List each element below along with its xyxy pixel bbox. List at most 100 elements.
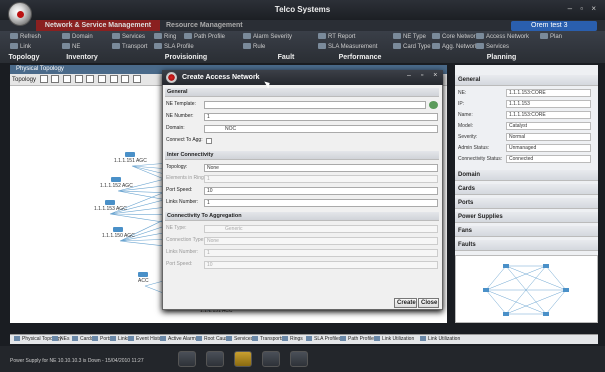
ribbon-button[interactable]: Refresh — [10, 33, 41, 42]
ribbon-button[interactable]: Domain — [62, 33, 93, 42]
ribbon-button[interactable]: Core Network — [432, 33, 479, 42]
bottom-tab[interactable]: SLA Profiles — [306, 335, 341, 344]
property-value[interactable]: Unmanaged — [506, 144, 591, 152]
ribbon-group-planning: Planning — [486, 54, 517, 61]
zoom-in-icon[interactable] — [74, 75, 83, 83]
grid-icon[interactable] — [121, 75, 130, 83]
connect-to-agg-label: Connect To Agg: — [166, 137, 203, 143]
pan-tool-icon[interactable] — [51, 75, 60, 83]
properties-section[interactable]: Cards — [455, 184, 598, 195]
ribbon-button[interactable]: Ring — [154, 33, 176, 42]
properties-section[interactable]: General — [455, 75, 598, 86]
agg-port-speed-select[interactable]: 10 — [204, 261, 438, 269]
ribbon-button[interactable]: Access Network — [476, 33, 529, 42]
ribbon-button[interactable]: Transport — [112, 43, 147, 52]
port-speed-select[interactable]: 10 — [204, 187, 438, 195]
network-status-icon[interactable] — [178, 351, 196, 367]
topology-node[interactable]: ACC — [138, 272, 149, 284]
alarm-bell-icon[interactable] — [234, 351, 252, 367]
dialog-section-general[interactable]: General — [165, 88, 439, 97]
bottom-tab[interactable]: Link Utilization — [420, 335, 460, 344]
close-button[interactable]: Close — [418, 298, 439, 308]
zoom-fit-icon[interactable] — [63, 75, 72, 83]
ribbon-button[interactable]: Path Profile — [184, 33, 225, 42]
topology-node[interactable]: 1.1.1.150 AGC — [102, 227, 135, 239]
bottom-tab[interactable]: Link Utilization — [374, 335, 414, 344]
node-label: 1.1.1.151 AGC — [114, 158, 147, 164]
dialog-section-inter-connectivity[interactable]: Inter Connectivity — [165, 151, 439, 160]
properties-section[interactable]: Power Supplies — [455, 212, 598, 223]
link-tool-icon[interactable] — [109, 75, 118, 83]
bottom-tab[interactable]: Active Alarms — [160, 335, 198, 344]
bottom-tab[interactable]: Transports — [252, 335, 284, 344]
ribbon-button[interactable]: Alarm Severity — [243, 33, 292, 42]
ribbon-button[interactable]: Rule — [243, 43, 265, 52]
ribbon-button[interactable]: Card Type — [393, 43, 431, 52]
tab-network-service-management[interactable]: Network & Service Management — [36, 20, 160, 31]
property-value[interactable]: Catalyst — [506, 122, 591, 130]
ribbon-button[interactable]: SLA Profile — [154, 43, 194, 52]
properties-section[interactable]: Ports — [455, 198, 598, 209]
agg-links-number-stepper[interactable]: 1 — [204, 249, 438, 257]
ne-number-stepper[interactable]: 1 — [204, 113, 438, 121]
bottom-tab[interactable]: Links — [110, 335, 130, 344]
property-value[interactable]: Connected — [506, 155, 591, 163]
property-value[interactable]: Normal — [506, 133, 591, 141]
ribbon-button[interactable]: Services — [112, 33, 145, 42]
tab-resource-management[interactable]: Resource Management — [160, 20, 249, 31]
ribbon-button[interactable]: SLA Measurement — [318, 43, 377, 52]
mini-network-map[interactable] — [455, 255, 598, 323]
property-value[interactable]: 1.1.1.153 — [506, 100, 591, 108]
dialog-title[interactable]: Create Access Network — [162, 70, 443, 85]
tab-icon — [52, 336, 58, 341]
connect-to-agg-checkbox[interactable] — [206, 138, 212, 144]
domain-field[interactable]: NOC — [204, 125, 438, 133]
ribbon-button[interactable]: Services — [476, 43, 509, 52]
properties-section[interactable]: Faults — [455, 240, 598, 251]
connection-type-select[interactable]: None — [204, 237, 438, 245]
mini-map-graph — [483, 264, 569, 316]
create-button[interactable]: Create — [394, 298, 417, 308]
browse-icon[interactable] — [429, 101, 438, 109]
ribbon-button-icon — [318, 43, 326, 49]
server-status-icon[interactable] — [206, 351, 224, 367]
bottom-tab[interactable]: Ports — [92, 335, 112, 344]
user-badge[interactable]: Orem test 3 — [511, 21, 597, 31]
topology-select[interactable]: None — [204, 164, 438, 172]
properties-section[interactable]: Fans — [455, 226, 598, 237]
ribbon-button[interactable]: NE Type — [393, 33, 426, 42]
topology-node[interactable]: 1.1.1.153 AGC — [94, 200, 127, 212]
bottom-tab[interactable]: Path Profiles — [340, 335, 376, 344]
layout-icon[interactable] — [86, 75, 95, 83]
expand-icon[interactable] — [98, 75, 107, 83]
property-value[interactable]: 1.1.1.153:CORE — [506, 111, 591, 119]
ribbon-button[interactable]: RT Report — [318, 33, 355, 42]
properties-section[interactable]: Domain — [455, 170, 598, 181]
links-number-stepper[interactable]: 1 — [204, 199, 438, 207]
select-tool-icon[interactable] — [39, 75, 48, 83]
search-icon[interactable] — [133, 75, 142, 83]
elements-in-ring-stepper[interactable]: 1 — [204, 175, 438, 183]
window-controls[interactable]: – ▫ × — [568, 4, 599, 13]
topology-node[interactable]: 1.1.1.151 AGC — [114, 152, 147, 164]
ribbon-button[interactable]: Plan — [540, 33, 562, 42]
ribbon-button[interactable]: Link — [10, 43, 31, 52]
bottom-tab[interactable]: NEs — [52, 335, 69, 344]
bottom-tab[interactable]: Services — [226, 335, 253, 344]
bottom-tab[interactable]: Rings — [282, 335, 303, 344]
property-label: IP: — [458, 101, 465, 107]
ribbon-button-icon — [243, 43, 251, 49]
ribbon-button-icon — [476, 43, 484, 49]
ribbon-button[interactable]: NE — [62, 43, 80, 52]
dialog-section-connectivity-to-aggregation[interactable]: Connectivity To Aggregation — [165, 212, 439, 221]
topology-status-icon[interactable] — [262, 351, 280, 367]
dialog-window-controls[interactable]: – ▫ × — [407, 72, 441, 79]
app-logo-icon[interactable] — [8, 2, 32, 26]
ne-template-field[interactable] — [204, 101, 426, 109]
add-network-icon[interactable] — [290, 351, 308, 367]
topology-node[interactable]: 1.1.1.152 AGC — [100, 177, 133, 189]
bottom-tab[interactable]: Cards — [72, 335, 93, 344]
ribbon-button[interactable]: Agg. Network — [432, 43, 478, 52]
property-value[interactable]: 1.1.1.153:CORE — [506, 89, 591, 97]
ne-type-field[interactable]: Generic — [204, 225, 438, 233]
